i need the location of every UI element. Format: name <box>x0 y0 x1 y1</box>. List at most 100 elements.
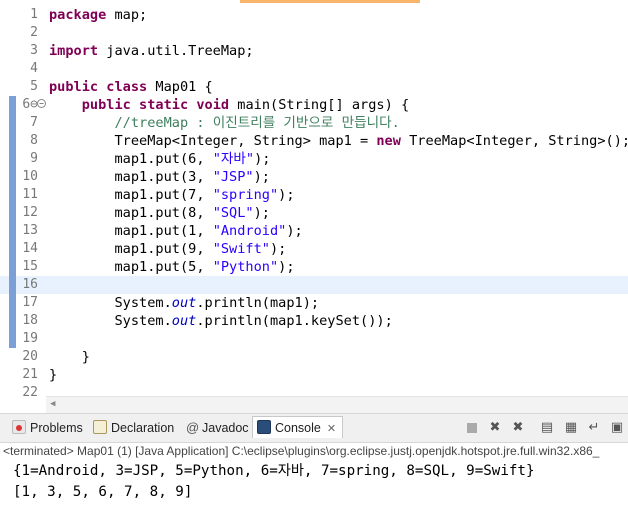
tab-declaration-label: Declaration <box>111 421 175 435</box>
line-number: 16 <box>22 277 38 292</box>
tab-console[interactable]: Console ✕ <box>252 416 344 438</box>
line-number: 4 <box>30 61 38 76</box>
change-marker <box>9 150 16 168</box>
line-code: map1.put(1, "Android"); <box>49 222 302 240</box>
code-line[interactable]: 4 <box>0 60 628 78</box>
code-token: TreeMap<Integer, String> map1 = <box>49 133 377 149</box>
javadoc-icon: @ <box>186 420 200 435</box>
line-code: public static void main(String[] args) { <box>49 96 409 114</box>
code-token: map1.put(7, <box>49 187 213 203</box>
code-token: "자바" <box>212 151 255 167</box>
code-line[interactable]: 11 map1.put(7, "spring"); <box>0 186 628 204</box>
line-number: 13 <box>22 223 38 238</box>
code-line[interactable]: 13 map1.put(1, "Android"); <box>0 222 628 240</box>
code-line[interactable]: 6⊖ public static void main(String[] args… <box>0 96 628 114</box>
code-line[interactable]: 15 map1.put(5, "Python"); <box>0 258 628 276</box>
line-number: 12 <box>22 205 38 220</box>
change-marker <box>9 258 16 276</box>
line-number: 9 <box>30 151 38 166</box>
line-code: import java.util.TreeMap; <box>49 42 254 60</box>
line-number: 19 <box>22 331 38 346</box>
code-token: "Python" <box>212 259 279 275</box>
code-line[interactable]: 21} <box>0 366 628 384</box>
code-line[interactable]: 7 //treeMap : 이진트리를 기반으로 만듭니다. <box>0 114 628 132</box>
terminate-icon[interactable] <box>464 420 480 436</box>
collapse-icon[interactable]: − <box>37 99 46 108</box>
code-line[interactable]: 10 map1.put(3, "JSP"); <box>0 168 628 186</box>
code-line[interactable]: 1 package map; <box>0 6 628 24</box>
code-line[interactable]: 2 <box>0 24 628 42</box>
code-token: ); <box>253 205 270 221</box>
word-wrap-icon[interactable]: ↵ <box>586 420 602 436</box>
console-output-line: [1, 3, 5, 6, 7, 8, 9] <box>13 484 193 500</box>
pin-console-icon[interactable]: ▣ <box>609 420 625 436</box>
remove-all-terminated-icon[interactable]: ✖ <box>510 420 526 436</box>
code-line[interactable]: 22 <box>0 384 628 396</box>
tab-problems[interactable]: Problems <box>12 420 83 436</box>
code-line[interactable]: 19 <box>0 330 628 348</box>
code-line[interactable]: 3 import java.util.TreeMap; <box>0 42 628 60</box>
line-number: 20 <box>22 349 38 364</box>
code-token: //treeMap : 이진트리를 기반으로 만듭니다. <box>114 115 400 131</box>
code-token: "spring" <box>212 187 279 203</box>
code-line[interactable]: 18 System.out.println(map1.keySet()); <box>0 312 628 330</box>
line-number: 11 <box>22 187 38 202</box>
line-number: 6⊖ <box>22 97 38 112</box>
code-line[interactable]: 17 System.out.println(map1); <box>0 294 628 312</box>
line-number: 2 <box>30 25 38 40</box>
code-token: .println(map1); <box>196 295 320 311</box>
code-token: java.util.TreeMap; <box>98 43 254 59</box>
change-marker <box>9 294 16 312</box>
code-line[interactable]: 12 map1.put(8, "SQL"); <box>0 204 628 222</box>
problems-icon <box>12 420 26 434</box>
code-token: new <box>376 133 401 149</box>
code-line[interactable]: 5 public class Map01 { <box>0 78 628 96</box>
code-token: } <box>49 349 90 365</box>
clear-console-icon[interactable]: ▤ <box>539 420 555 436</box>
scroll-left-icon[interactable]: ◀ <box>50 399 55 409</box>
code-line[interactable]: 9 map1.put(6, "자바"); <box>0 150 628 168</box>
change-marker <box>9 114 16 132</box>
code-line[interactable]: 8 TreeMap<Integer, String> map1 = new Tr… <box>0 132 628 150</box>
code-token: static <box>139 97 189 113</box>
line-number: 10 <box>22 169 38 184</box>
line-number: 17 <box>22 295 38 310</box>
remove-launch-icon[interactable]: ✖ <box>487 420 503 436</box>
code-token: void <box>196 97 230 113</box>
code-token: System. <box>49 295 172 311</box>
line-number: 14 <box>22 241 38 256</box>
line-code: System.out.println(map1.keySet()); <box>49 312 392 330</box>
tab-javadoc[interactable]: @ Javadoc <box>186 420 249 436</box>
change-marker <box>9 222 16 240</box>
close-tab-icon[interactable]: ✕ <box>327 423 336 435</box>
line-code: map1.put(9, "Swift"); <box>49 240 286 258</box>
line-code: //treeMap : 이진트리를 기반으로 만듭니다. <box>49 114 400 132</box>
line-number: 3 <box>30 43 38 58</box>
code-line[interactable]: 20 } <box>0 348 628 366</box>
tab-declaration[interactable]: Declaration <box>93 420 174 436</box>
launch-status: <terminated> Map01 (1) [Java Application… <box>3 444 600 458</box>
code-line[interactable]: 16 <box>0 276 628 294</box>
code-token: ); <box>254 151 271 167</box>
editor-horizontal-scrollbar[interactable]: ◀ <box>46 396 628 414</box>
console-output-line: {1=Android, 3=JSP, 5=Python, 6=자바, 7=spr… <box>13 463 535 479</box>
change-marker <box>9 312 16 330</box>
change-marker <box>9 186 16 204</box>
code-token: out <box>171 295 197 311</box>
line-code: TreeMap<Integer, String> map1 = new Tree… <box>49 132 628 150</box>
code-token: } <box>49 367 58 383</box>
scroll-lock-icon[interactable]: ▦ <box>563 420 579 436</box>
code-editor[interactable]: 1 package map; 2 3 import java.util.TreeMap;… <box>0 0 628 396</box>
console-icon <box>257 420 271 434</box>
line-number: 5 <box>30 79 38 94</box>
tab-problems-label: Problems <box>30 421 83 435</box>
code-line[interactable]: 14 map1.put(9, "Swift"); <box>0 240 628 258</box>
change-marker <box>9 168 16 186</box>
line-code: } <box>49 366 57 384</box>
line-code: package map; <box>49 6 147 24</box>
change-marker <box>9 240 16 258</box>
change-marker <box>9 276 16 294</box>
line-number: 7 <box>30 115 38 130</box>
